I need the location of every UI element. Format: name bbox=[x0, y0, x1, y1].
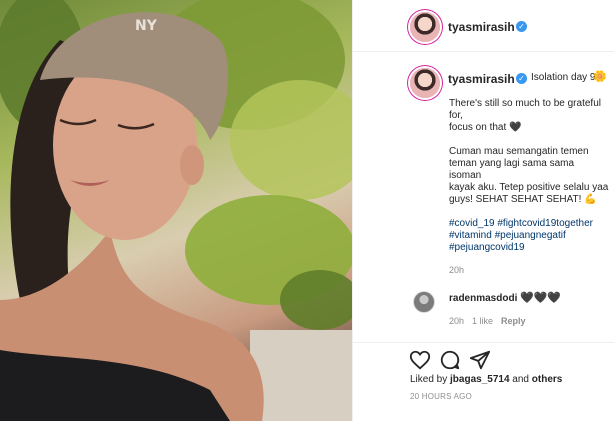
caption-time[interactable]: 20h bbox=[449, 265, 464, 275]
comment-text: 🖤🖤🖤 bbox=[520, 292, 562, 304]
liked-by-user[interactable]: jbagas_5714 bbox=[450, 374, 510, 385]
reply-button[interactable]: Reply bbox=[501, 316, 526, 326]
heart-icon[interactable] bbox=[409, 349, 431, 371]
sunflower-emoji-icon: 🌼 bbox=[593, 71, 607, 83]
liked-by-summary: Liked by jbagas_5714 and others bbox=[410, 374, 562, 385]
hashtags-line[interactable]: #pejuangcovid19 bbox=[449, 242, 609, 254]
hashtags-line[interactable]: #vitamind #pejuangnegatif bbox=[449, 230, 609, 242]
liked-by-others[interactable]: others bbox=[532, 374, 563, 385]
verified-badge-icon: ✓ bbox=[516, 21, 527, 32]
comment-time[interactable]: 20h bbox=[449, 316, 464, 326]
author-username[interactable]: tyasmirasih bbox=[448, 20, 515, 34]
hashtags-line[interactable]: #covid_19 #fightcovid19together bbox=[449, 218, 609, 230]
post-photo[interactable]: NY bbox=[0, 0, 352, 421]
post-header: tyasmirasih ✓ bbox=[353, 0, 614, 52]
caption-line: teman yang lagi sama sama isoman bbox=[449, 158, 575, 181]
comment-likes[interactable]: 1 like bbox=[472, 316, 493, 326]
caption-line: focus on that 🖤 bbox=[449, 122, 522, 133]
post-timestamp[interactable]: 20 HOURS AGO bbox=[410, 392, 472, 401]
caption-verified-badge-icon: ✓ bbox=[516, 73, 527, 84]
svg-text:NY: NY bbox=[135, 18, 158, 34]
caption-author-avatar[interactable] bbox=[410, 68, 440, 98]
post-sidebar: tyasmirasih ✓ tyasmirasih ✓ Isolation da… bbox=[352, 0, 614, 421]
caption-line: for, bbox=[449, 110, 463, 121]
caption-line: There's still so much to be grateful bbox=[449, 98, 601, 109]
liked-by-mid: and bbox=[509, 374, 532, 385]
caption-line: kayak aku. Tetep positive selalu yaa bbox=[449, 182, 609, 193]
caption-line: Cuman mau semangatin temen bbox=[449, 146, 589, 157]
post-photo-illustration: NY bbox=[0, 0, 352, 421]
liked-by-prefix: Liked by bbox=[410, 374, 451, 385]
caption-author-username[interactable]: tyasmirasih bbox=[448, 72, 515, 86]
commenter-username[interactable]: radenmasdodi bbox=[449, 293, 517, 304]
commenter-avatar[interactable] bbox=[413, 291, 435, 313]
author-avatar[interactable] bbox=[410, 12, 440, 42]
caption-body: There's still so much to be grateful for… bbox=[449, 98, 609, 254]
post-actions: Liked by jbagas_5714 and others 20 HOURS… bbox=[353, 342, 614, 421]
caption-lead: Isolation day 9 bbox=[531, 72, 596, 83]
paper-plane-icon[interactable] bbox=[469, 349, 491, 371]
comment-bubble-icon[interactable] bbox=[439, 349, 461, 371]
caption-line: guys! SEHAT SEHAT SEHAT! 💪 bbox=[449, 194, 597, 205]
